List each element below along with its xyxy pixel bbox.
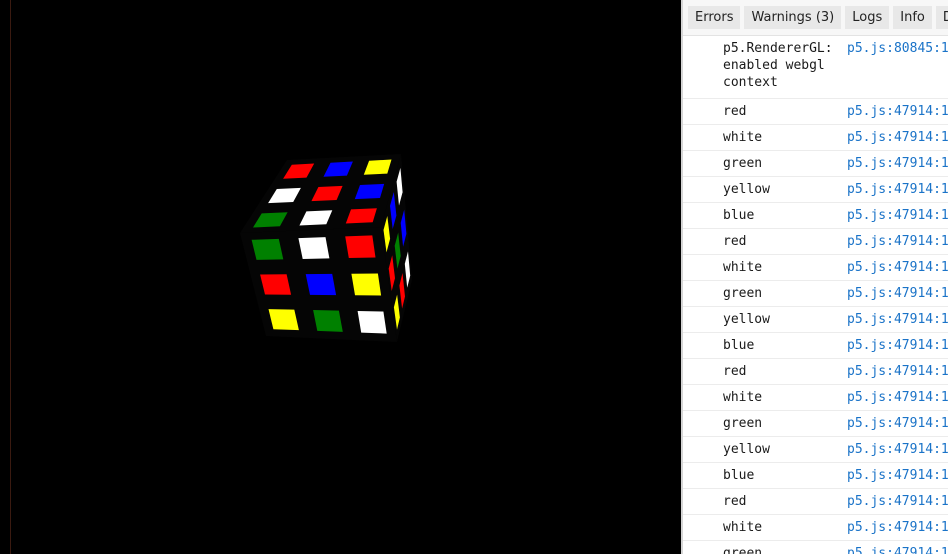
log-source-link[interactable]: p5.js:47914:1 xyxy=(847,363,948,380)
log-message: red xyxy=(723,104,747,119)
tab-info[interactable]: Info xyxy=(893,6,932,29)
console-log-entry: green p5.js:47914:1 xyxy=(683,541,948,554)
console-log-entry: red p5.js:47914:1 xyxy=(683,99,948,125)
log-message: red xyxy=(723,234,747,249)
log-source-link[interactable]: p5.js:80845:1 xyxy=(847,40,948,57)
log-message: yellow xyxy=(723,182,770,197)
front-face-sticker xyxy=(351,273,382,296)
front-face-sticker xyxy=(260,274,292,295)
log-message: blue xyxy=(723,208,755,223)
console-log-entry: red p5.js:47914:1 xyxy=(683,229,948,255)
log-source-link[interactable]: p5.js:47914:1 xyxy=(847,519,948,536)
log-source-link[interactable]: p5.js:47914:1 xyxy=(847,389,948,406)
log-source-link[interactable]: p5.js:47914:1 xyxy=(847,337,948,354)
console-panel: Errors Warnings (3) Logs Info De p5.Rend… xyxy=(683,0,948,554)
console-log-entry: blue p5.js:47914:1 xyxy=(683,463,948,489)
log-message: red xyxy=(723,494,747,509)
tab-errors[interactable]: Errors xyxy=(688,6,741,29)
front-face-sticker xyxy=(268,309,299,331)
front-face-sticker xyxy=(251,238,284,260)
console-log-entry: red p5.js:47914:1 xyxy=(683,359,948,385)
log-source-link[interactable]: p5.js:47914:1 xyxy=(847,493,948,510)
sketch-canvas[interactable] xyxy=(0,0,681,554)
log-source-link[interactable]: p5.js:47914:1 xyxy=(847,285,948,302)
log-message: green xyxy=(723,286,763,301)
console-log-entry: yellow p5.js:47914:1 xyxy=(683,437,948,463)
tab-debug[interactable]: De xyxy=(935,6,948,29)
console-log-entry: white p5.js:47914:1 xyxy=(683,515,948,541)
log-source-link[interactable]: p5.js:47914:1 xyxy=(847,259,948,276)
console-log-entry: white p5.js:47914:1 xyxy=(683,385,948,411)
console-log-entry: yellow p5.js:47914:1 xyxy=(683,177,948,203)
front-face-sticker xyxy=(305,273,337,296)
log-message: white xyxy=(723,390,763,405)
log-source-link[interactable]: p5.js:47914:1 xyxy=(847,545,948,554)
console-log-entry: yellow p5.js:47914:1 xyxy=(683,307,948,333)
tab-logs[interactable]: Logs xyxy=(845,6,890,29)
log-message: blue xyxy=(723,338,755,353)
console-log-entry: white p5.js:47914:1 xyxy=(683,125,948,151)
console-log-entry: green p5.js:47914:1 xyxy=(683,281,948,307)
log-source-link[interactable]: p5.js:47914:1 xyxy=(847,103,948,120)
log-message: green xyxy=(723,416,763,431)
front-face-sticker xyxy=(298,237,330,259)
log-source-link[interactable]: p5.js:47914:1 xyxy=(847,441,948,458)
log-source-link[interactable]: p5.js:47914:1 xyxy=(847,467,948,484)
front-face-sticker xyxy=(357,311,387,334)
front-face-sticker xyxy=(313,310,343,332)
console-log-entry: red p5.js:47914:1 xyxy=(683,489,948,515)
log-message: yellow xyxy=(723,312,770,327)
log-message: yellow xyxy=(723,442,770,457)
log-source-link[interactable]: p5.js:47914:1 xyxy=(847,233,948,250)
log-source-link[interactable]: p5.js:47914:1 xyxy=(847,181,948,198)
log-source-link[interactable]: p5.js:47914:1 xyxy=(847,207,948,224)
log-message: red xyxy=(723,364,747,379)
log-message: blue xyxy=(723,468,755,483)
log-message: white xyxy=(723,260,763,275)
console-log-entry: green p5.js:47914:1 xyxy=(683,411,948,437)
log-source-link[interactable]: p5.js:47914:1 xyxy=(847,129,948,146)
log-message: green xyxy=(723,546,763,554)
log-source-link[interactable]: p5.js:47914:1 xyxy=(847,155,948,172)
log-source-link[interactable]: p5.js:47914:1 xyxy=(847,415,948,432)
console-filter-tabs: Errors Warnings (3) Logs Info De xyxy=(683,0,948,36)
console-log-entry: p5.RendererGL: enabled webgl context p5.j… xyxy=(683,36,948,99)
console-log-entry: white p5.js:47914:1 xyxy=(683,255,948,281)
front-face-sticker xyxy=(345,235,376,258)
console-log-entry: blue p5.js:47914:1 xyxy=(683,203,948,229)
console-log-entry: blue p5.js:47914:1 xyxy=(683,333,948,359)
log-source-link[interactable]: p5.js:47914:1 xyxy=(847,311,948,328)
tab-warnings[interactable]: Warnings (3) xyxy=(744,6,842,29)
console-log-list: p5.RendererGL: enabled webgl context p5.j… xyxy=(683,36,948,554)
console-log-entry: green p5.js:47914:1 xyxy=(683,151,948,177)
log-message: p5.RendererGL: enabled webgl context xyxy=(723,41,833,90)
rubiks-cube xyxy=(240,154,412,342)
log-message: white xyxy=(723,130,763,145)
log-message: white xyxy=(723,520,763,535)
log-message: green xyxy=(723,156,763,171)
